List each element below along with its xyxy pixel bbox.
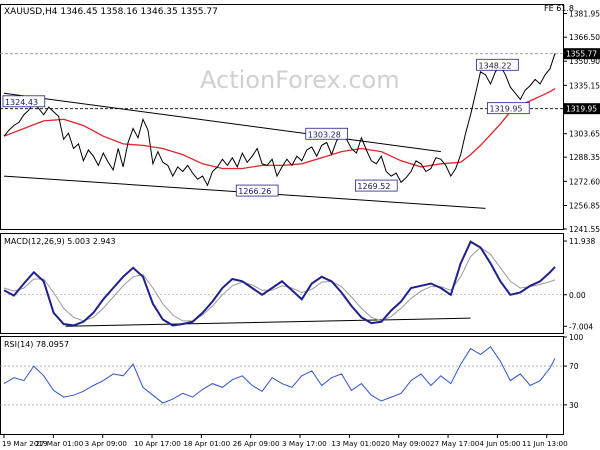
x-tick-label-2: 3 Apr 09:00: [85, 439, 128, 448]
price-tick-label-7: 1272.60: [569, 177, 600, 186]
rsi-title: RSI(14) 78.0957: [4, 340, 69, 349]
price-axis-tag-0: 1355.77: [564, 48, 600, 60]
x-tick-label-5: 26 Apr 09:00: [233, 439, 280, 448]
annotation-0: 1324.43: [2, 95, 46, 108]
x-tick-label-9: 27 May 17:00: [430, 439, 480, 448]
price-axis-tag-label-0: 1355.77: [566, 50, 597, 59]
watermark: ActionForex.com: [200, 66, 400, 94]
annotation-3: 1269.52: [354, 179, 398, 192]
x-tick-label-3: 10 Apr 17:00: [134, 439, 181, 448]
annotation-label-3: 1269.52: [357, 182, 390, 191]
rsi-tick-label-1: 70: [569, 362, 579, 371]
x-tick-label-6: 3 May 17:00: [282, 439, 327, 448]
annotation-label-2: 1266.26: [238, 187, 271, 196]
price-tick-label-6: 1288.35: [569, 153, 600, 162]
macd-tick-label-2: -7.004: [569, 322, 593, 331]
x-tick-label-1: 27 Mar 01:00: [35, 439, 83, 448]
price-tick-label-8: 1256.85: [569, 202, 600, 211]
annotation-4: 1348.22: [476, 58, 519, 71]
chart-area: ActionForex.com XAUUSD,H4 1346.45 1358.1…: [0, 0, 600, 450]
price-tick-label-9: 1241.55: [569, 225, 600, 234]
macd-title: MACD(12,26,9) 5.003 2.943: [4, 237, 116, 246]
x-tick-label-4: 18 Apr 01:00: [183, 439, 230, 448]
price-tick-label-1: 1366.50: [569, 33, 600, 42]
x-tick-label-10: 4 Jun 05:00: [479, 439, 521, 448]
annotation-1: 1303.28: [305, 127, 348, 140]
annotation-2: 1266.26: [235, 184, 279, 197]
price-tick-label-0: 1381.95: [569, 10, 600, 19]
annotation-label-4: 1348.22: [479, 61, 512, 70]
annotation-5: 1319.95: [487, 102, 530, 115]
rsi-tick-label-0: 100: [569, 333, 584, 342]
price-axis-tag-1: 1319.95: [564, 103, 600, 115]
price-tick-label-5: 1303.65: [569, 130, 600, 139]
annotation-label-0: 1324.43: [5, 98, 38, 107]
price-tick-label-3: 1335.15: [569, 81, 600, 90]
rsi-tick-label-2: 30: [569, 401, 579, 410]
x-tick-label-11: 11 Jun 13:00: [522, 439, 568, 448]
x-tick-label-8: 20 May 09:00: [381, 439, 431, 448]
x-tick-label-7: 13 May 01:00: [331, 439, 381, 448]
macd-tick-label-0: 11.938: [569, 237, 595, 246]
symbol-readout: XAUUSD,H4 1346.45 1358.16 1346.35 1355.7…: [4, 7, 218, 17]
annotation-label-1: 1303.28: [308, 130, 341, 139]
annotation-label-5: 1319.95: [489, 105, 522, 114]
price-axis-tag-label-1: 1319.95: [566, 105, 597, 114]
macd-tick-label-1: 0.00: [569, 291, 586, 300]
